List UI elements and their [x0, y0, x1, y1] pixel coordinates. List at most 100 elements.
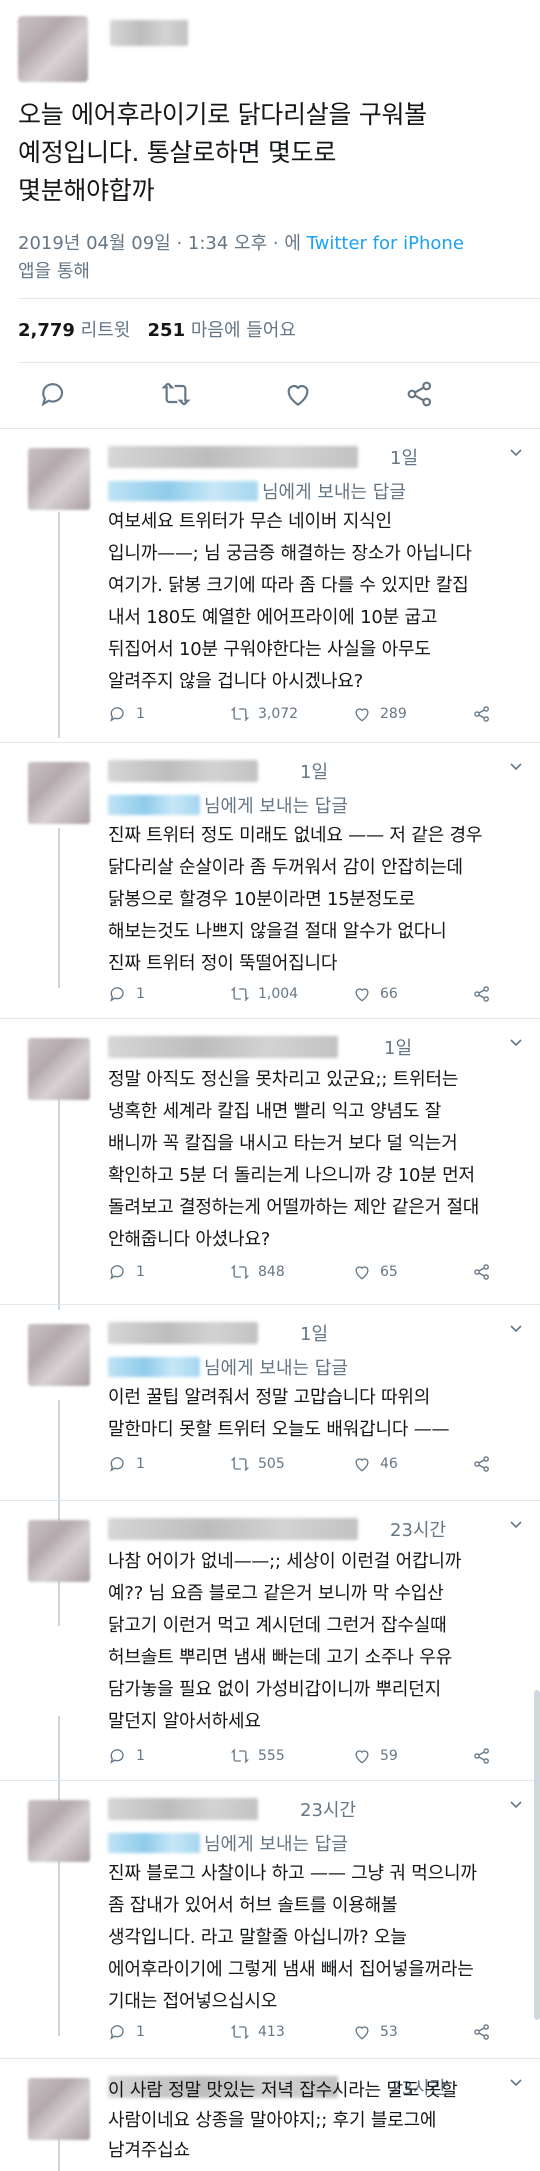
reply-time[interactable]: 1일 [384, 1034, 412, 1060]
reply-line: 나참 어이가 없네——;; 세상이 이런걸 어캅니까 [108, 1551, 462, 1572]
author-avatar[interactable] [18, 16, 88, 82]
divider [0, 1500, 540, 1501]
author-name[interactable] [110, 20, 188, 46]
reply-author-name[interactable] [108, 760, 258, 782]
mention-handle[interactable] [108, 1833, 200, 1853]
share-button[interactable] [472, 984, 492, 1004]
reply-button[interactable]: 1 [108, 704, 145, 724]
reply-line: 여기가. 닭봉 크기에 따라 좀 다를 수 있지만 칼집 [108, 575, 469, 596]
share-button[interactable] [472, 1746, 492, 1766]
retweet-button[interactable]: 3,072 [230, 704, 298, 724]
reply-author-name[interactable] [108, 1518, 358, 1540]
reply-avatar[interactable] [28, 1800, 90, 1862]
retweet-button[interactable]: 1,004 [230, 984, 298, 1004]
reply-line: 냉혹한 세계라 칼집 내면 빨리 익고 양념도 잘 [108, 1101, 442, 1122]
reply-author-name[interactable] [108, 1798, 258, 1820]
mention-handle[interactable] [108, 481, 258, 501]
reply-button[interactable]: 1 [108, 1746, 145, 1766]
reply-text: 정말 아직도 정신을 못차리고 있군요;; 트위터는 냉혹한 세계라 칼집 내면… [108, 1064, 532, 1256]
reply-button[interactable]: 1 [108, 2022, 145, 2042]
reply-avatar[interactable] [28, 1324, 90, 1386]
like-count: 46 [380, 1456, 398, 1472]
retweet-icon[interactable] [160, 378, 192, 410]
like-button[interactable]: 66 [352, 984, 398, 1004]
reply-time[interactable]: 23시간 [390, 1516, 446, 1542]
reply-icon[interactable] [38, 378, 70, 410]
chevron-down-icon[interactable] [506, 1032, 526, 1052]
reply-time[interactable]: 1일 [300, 758, 328, 784]
tweet-meta: 2019년 04월 09일 · 1:34 오후 · 에 Twitter for … [18, 230, 528, 286]
chevron-down-icon[interactable] [506, 1794, 526, 1814]
retweet-count[interactable]: 2,779 [18, 320, 75, 341]
reply-tweet[interactable]: 23시간 님에게 보내는 답글 진짜 블로그 사찰이나 하고 —— 그냥 궈 먹… [0, 1784, 540, 2040]
reply-tweet[interactable]: 1일 정말 아직도 정신을 못차리고 있군요;; 트위터는 냉혹한 세계라 칼집… [0, 1022, 540, 1302]
like-button[interactable]: 46 [352, 1454, 398, 1474]
reply-button[interactable]: 1 [108, 1454, 145, 1474]
heart-icon [355, 1750, 369, 1764]
reply-time[interactable]: 23시간 [300, 1796, 356, 1822]
reply-to-label: 님에게 보내는 답글 [204, 1358, 348, 1379]
like-button[interactable]: 59 [352, 1746, 398, 1766]
like-button[interactable]: 53 [352, 2022, 398, 2042]
reply-to-mention[interactable]: 님에게 보내는 답글 [108, 1830, 348, 1856]
reply-author-name[interactable] [108, 1322, 258, 1344]
reply-line: 닭봉으로 할경우 10분이라면 15분정도로 [108, 889, 415, 910]
like-count[interactable]: 251 [148, 320, 186, 341]
like-button[interactable]: 65 [352, 1262, 398, 1282]
divider [18, 362, 540, 363]
chevron-down-icon[interactable] [506, 1514, 526, 1534]
reply-time[interactable]: 1일 [300, 1320, 328, 1346]
reply-time[interactable]: 1일 [390, 444, 418, 470]
chevron-down-icon[interactable] [506, 756, 526, 776]
share-button[interactable] [472, 704, 492, 724]
reply-to-mention[interactable]: 님에게 보내는 답글 [108, 792, 348, 818]
reply-tweet[interactable]: 23시간 나참 어이가 없네——;; 세상이 이런걸 어캅니까 예?? 님 요즘… [0, 1504, 540, 1814]
divider [0, 428, 540, 429]
retweet-button[interactable]: 413 [230, 2022, 285, 2042]
reply-button[interactable]: 1 [108, 984, 145, 1004]
reply-text: 여보세요 트위터가 무슨 네이버 지식인 입니까——; 님 궁금증 해결하는 장… [108, 506, 532, 698]
reply-author-name[interactable] [108, 1036, 338, 1058]
retweet-button[interactable]: 848 [230, 1262, 285, 1282]
heart-icon[interactable] [282, 378, 314, 410]
share-icon [474, 706, 489, 722]
retweet-button[interactable]: 505 [230, 1454, 285, 1474]
reply-to-mention[interactable]: 님에게 보내는 답글 [108, 478, 406, 504]
heart-icon [355, 988, 369, 1002]
reply-tweet[interactable]: 1일 님에게 보내는 답글 이런 꿀팁 알려줘서 정말 고맙습니다 따위의 말한… [0, 1308, 540, 1498]
reply-avatar[interactable] [28, 762, 90, 824]
reply-tweet[interactable]: 23시간 이 사람 정말 맛있는 저녁 잡수시라는 말도 못할 사람이네요 상종… [0, 2062, 540, 2171]
divider [18, 298, 540, 299]
share-icon [474, 1748, 489, 1764]
share-button[interactable] [472, 2022, 492, 2042]
reply-button[interactable]: 1 [108, 1262, 145, 1282]
reply-line: 알려주지 않을 겁니다 아시겠나요? [108, 671, 363, 692]
reply-icon [110, 1265, 124, 1280]
reply-count: 1 [136, 1456, 145, 1472]
share-button[interactable] [472, 1454, 492, 1474]
share-icon[interactable] [404, 378, 436, 410]
reply-avatar[interactable] [28, 2078, 90, 2140]
reply-avatar[interactable] [28, 1038, 90, 1100]
reply-line: 뒤집어서 10분 구워야한다는 사실을 아무도 [108, 639, 431, 660]
reply-author-name[interactable] [108, 446, 358, 468]
mention-handle[interactable] [108, 795, 200, 815]
reply-avatar[interactable] [28, 448, 90, 510]
reply-tweet[interactable]: 1일 님에게 보내는 답글 진짜 트위터 정도 미래도 없네요 —— 저 같은 … [0, 746, 540, 1016]
chevron-down-icon[interactable] [506, 1318, 526, 1338]
chevron-down-icon[interactable] [506, 442, 526, 462]
reply-avatar[interactable] [28, 1520, 90, 1582]
reply-to-mention[interactable]: 님에게 보내는 답글 [108, 1354, 348, 1380]
reply-line: 해보는것도 나쁘지 않을걸 절대 알수가 없다니 [108, 921, 447, 942]
reply-line: 입니까——; 님 궁금증 해결하는 장소가 아닙니다 [108, 543, 472, 564]
share-button[interactable] [472, 1262, 492, 1282]
retweet-button[interactable]: 555 [230, 1746, 285, 1766]
scrollbar-thumb[interactable] [534, 1690, 540, 2020]
like-button[interactable]: 289 [352, 704, 407, 724]
source-link[interactable]: Twitter for iPhone [307, 233, 464, 254]
mention-handle[interactable] [108, 1357, 200, 1377]
reply-text: 이 사람 정말 맛있는 저녁 잡수시라는 말도 못할 사람이네요 상종을 말아야… [108, 2076, 532, 2166]
reply-icon [110, 2025, 124, 2040]
reply-tweet[interactable]: 1일 님에게 보내는 답글 여보세요 트위터가 무슨 네이버 지식인 입니까——… [0, 432, 540, 742]
reply-icon [110, 987, 124, 1002]
